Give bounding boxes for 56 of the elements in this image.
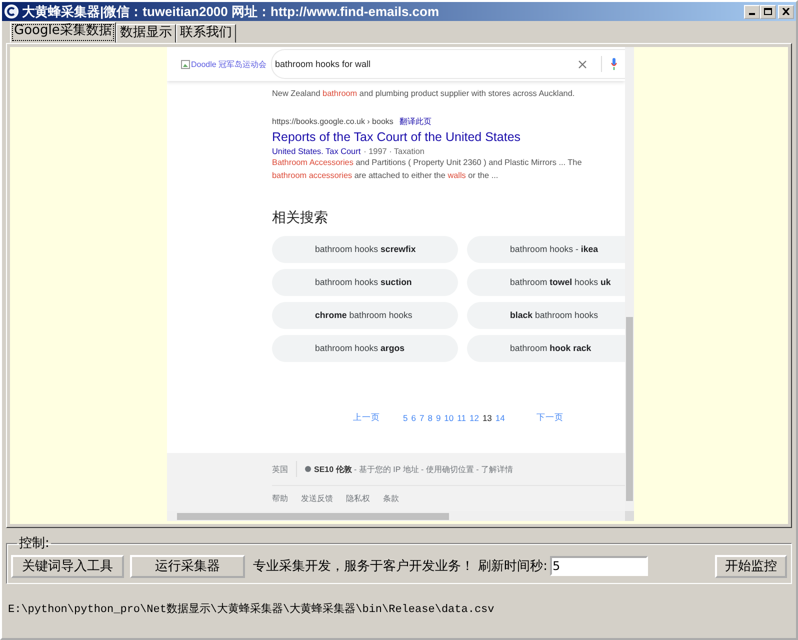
window-title: 大黄蜂采集器|微信：tuweitian2000 网址：http://www.find-emails.com [22, 2, 440, 20]
minimize-button[interactable] [744, 4, 760, 18]
clear-icon [578, 60, 587, 68]
result-url: https://books.google.co.uk › books [272, 117, 394, 126]
close-icon [782, 8, 790, 15]
footer-link[interactable]: 条款 [383, 492, 399, 504]
related-search-chip[interactable]: bathroom hook rack [467, 335, 625, 362]
file-path: E:\python\python_pro\Net数据显示\大黄蜂采集器\大黄蜂采集器\bin\Release\data.csv [8, 604, 494, 616]
page-link[interactable]: 7 [419, 413, 424, 423]
page-link[interactable]: 11 [457, 413, 466, 423]
related-search-chip[interactable]: bathroom hooks argos [272, 335, 458, 362]
page-link[interactable]: 6 [411, 413, 416, 423]
page-link[interactable]: 8 [428, 413, 432, 423]
maximize-icon [764, 8, 772, 15]
page-link[interactable]: 13 [482, 413, 492, 423]
result-meta: · 1997 · Taxation [364, 147, 424, 156]
result-snippet: New Zealand bathroom and plumbing product supplier with stores across Auckland. [272, 88, 576, 100]
page-link[interactable]: 14 [495, 413, 505, 423]
related-search-chip[interactable]: bathroom hooks suction [272, 269, 458, 296]
page-link[interactable]: 10 [444, 413, 454, 423]
tool-button[interactable]: 关键词导入工具 [11, 554, 124, 578]
location-dot-icon [305, 466, 311, 472]
next-page-link[interactable]: 下一页 [536, 412, 564, 424]
page-link[interactable]: 5 [403, 413, 408, 423]
related-search-chip[interactable]: chrome bathroom hooks [272, 302, 458, 329]
tool-button[interactable]: 运行采集器 [130, 554, 245, 578]
tab[interactable]: 联系我们 [176, 24, 236, 43]
refresh-seconds-field[interactable]: 5 [550, 556, 648, 576]
translate-link[interactable]: 翻译此页 [399, 116, 432, 127]
result-title-link[interactable]: Reports of the Tax Court of the United States [272, 130, 625, 144]
broken-image: Doodle 冠军岛运动会 [167, 58, 271, 70]
section-heading: 相关搜索 [272, 209, 329, 227]
maximize-button[interactable] [760, 4, 776, 18]
info-text: 专业采集开发，服务于客户开发业务！ 刷新时间秒: [253, 558, 548, 575]
microphone-icon [611, 58, 617, 70]
page-link[interactable]: 12 [469, 413, 479, 423]
search-field[interactable]: bathroom hooks for wall [271, 49, 625, 79]
related-search-chip[interactable]: bathroom hooks - ikea [467, 236, 625, 263]
broken-image-icon [181, 60, 190, 68]
location-text: SE10 伦敦 - 基于您的 IP 地址 - 使用确切位置 - 了解详情 [314, 464, 513, 474]
related-search-chip[interactable]: bathroom hooks screwfix [272, 236, 458, 263]
related-search-chip[interactable]: black bathroom hooks [467, 302, 625, 329]
footer-link[interactable]: 发送反馈 [301, 492, 333, 504]
app-icon [4, 4, 19, 19]
related-search-chip[interactable]: bathroom towel hooks uk [467, 269, 625, 296]
group-label: 控制: [18, 535, 50, 552]
page-link[interactable]: 9 [436, 413, 441, 423]
footer-link[interactable]: 隐私权 [346, 492, 370, 504]
close-button[interactable] [778, 4, 794, 18]
previous-page-link[interactable]: 上一页 [353, 412, 380, 424]
tab[interactable]: 数据显示 [116, 24, 176, 43]
start-monitor-button[interactable]: 开始监控 [715, 554, 787, 578]
result-snippet: Bathroom Accessories and Partitions ( Property Unit 2360 ) and Plastic Mirrors ... The bathroom accessories are attached to either the walls or the ... [272, 157, 583, 182]
footer-link[interactable]: 帮助 [272, 492, 288, 504]
author-link[interactable]: United States. Tax Court [272, 147, 361, 156]
country-label: 英国 [272, 464, 288, 474]
